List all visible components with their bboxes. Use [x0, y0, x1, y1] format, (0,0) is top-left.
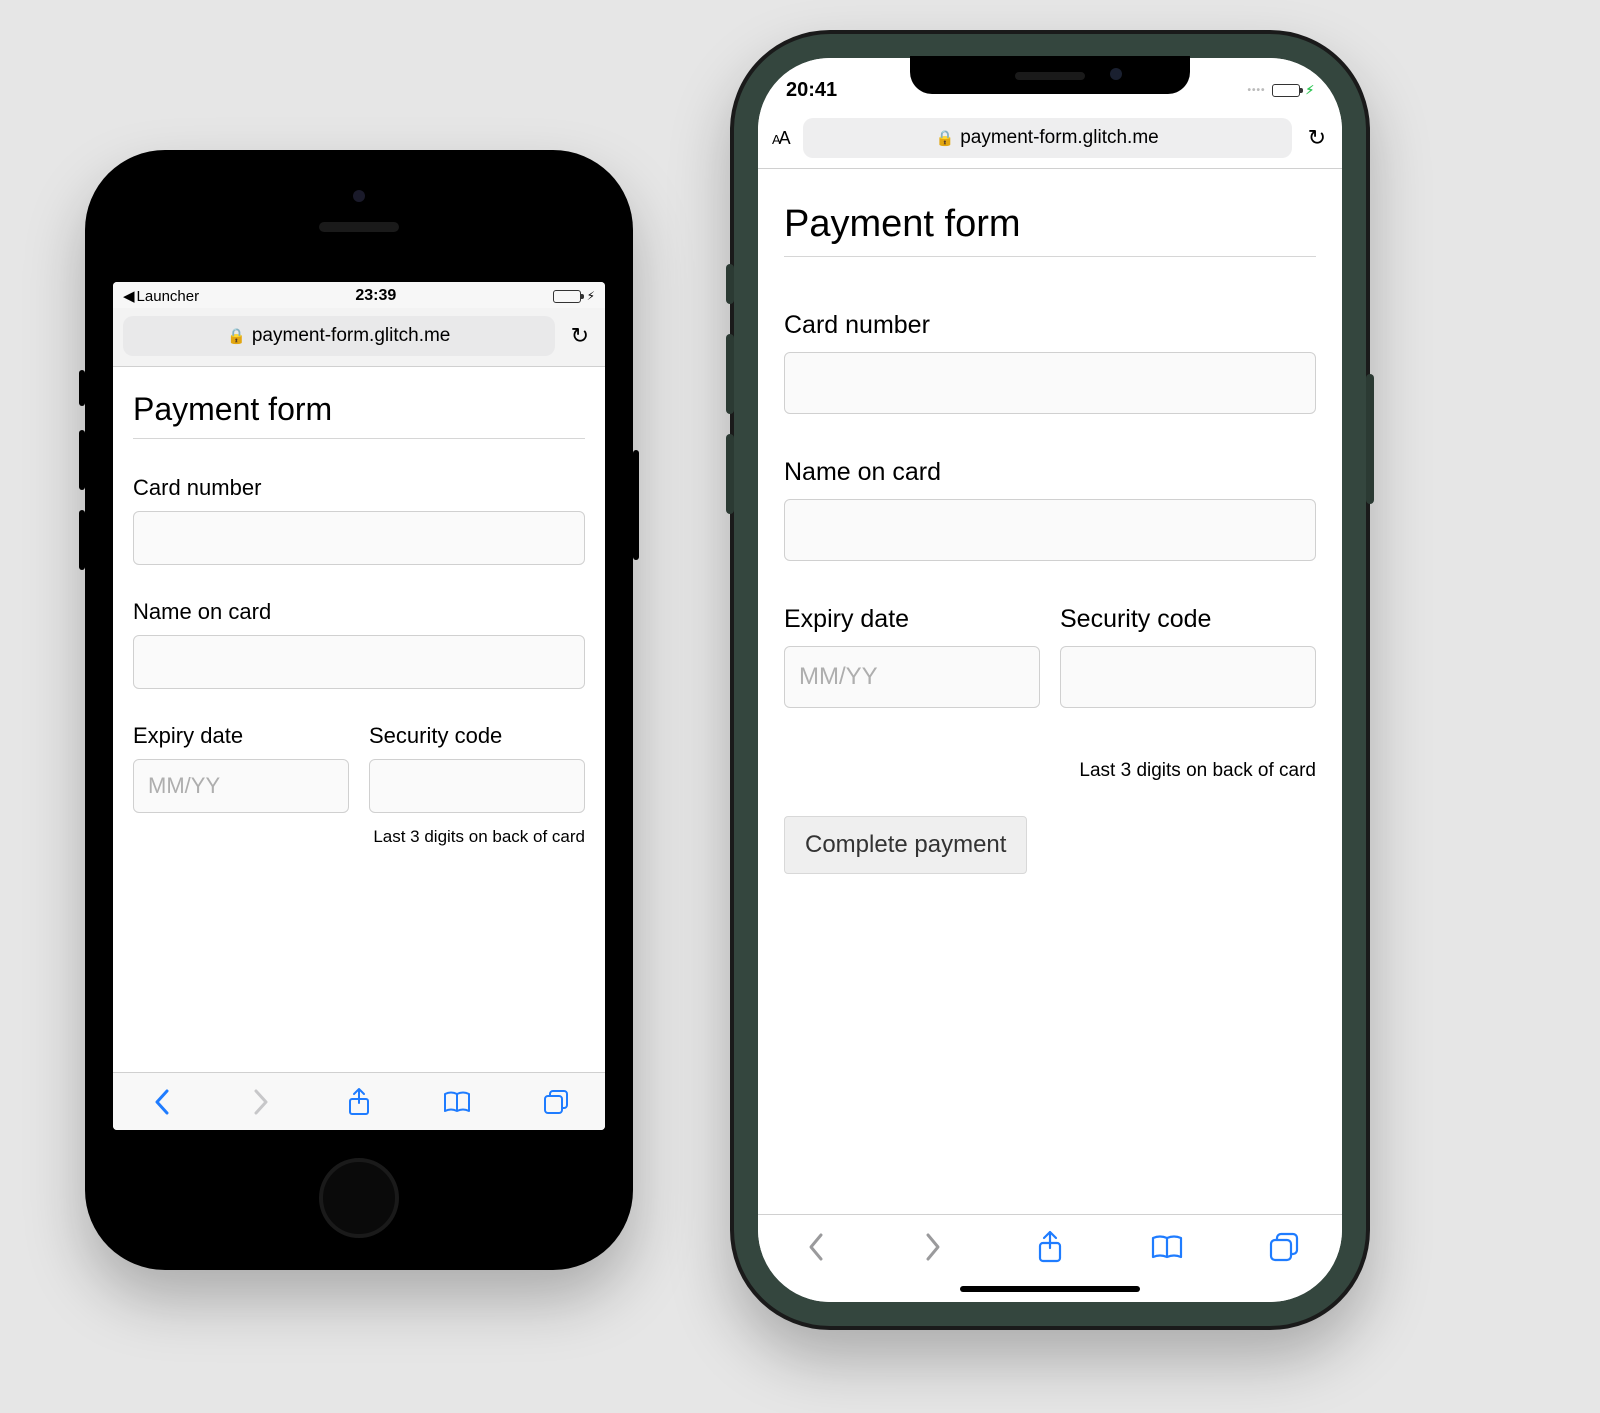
url-text: payment-form.glitch.me: [960, 127, 1159, 149]
name-on-card-label: Name on card: [133, 599, 585, 625]
card-number-field: Card number: [133, 475, 585, 565]
expiry-label: Expiry date: [133, 723, 349, 749]
bookmarks-button[interactable]: [437, 1090, 477, 1114]
reload-button[interactable]: ↻: [565, 323, 595, 349]
battery-icon: [553, 290, 581, 303]
card-number-field: Card number: [784, 311, 1316, 414]
page-title: Payment form: [784, 203, 1316, 246]
tabs-icon: [543, 1089, 569, 1115]
status-bar: ◀ Launcher 23:39 ⚡︎: [113, 282, 605, 308]
name-on-card-input[interactable]: [784, 499, 1316, 561]
expiry-field: Expiry date: [133, 723, 349, 813]
bookmarks-button[interactable]: [1147, 1234, 1187, 1260]
security-code-field: Security code: [1060, 605, 1316, 708]
signal-icon: ••••: [1248, 85, 1266, 96]
tabs-button[interactable]: [536, 1089, 576, 1115]
share-button[interactable]: [339, 1087, 379, 1117]
url-field[interactable]: 🔒 payment-form.glitch.me: [803, 118, 1292, 158]
chevron-right-icon: [253, 1089, 269, 1115]
share-button[interactable]: [1030, 1230, 1070, 1264]
power-button: [633, 450, 639, 560]
tabs-icon: [1269, 1232, 1299, 1262]
expiry-input[interactable]: [784, 646, 1040, 708]
security-code-field: Security code: [369, 723, 585, 813]
divider: [133, 438, 585, 439]
share-icon: [347, 1087, 371, 1117]
card-number-label: Card number: [784, 311, 1316, 340]
tabs-button[interactable]: [1264, 1232, 1304, 1262]
iphone8-device: ◀ Launcher 23:39 ⚡︎ 🔒 payment-form.glitc…: [85, 150, 633, 1270]
chevron-right-icon: [924, 1232, 942, 1262]
book-icon: [443, 1090, 471, 1114]
home-button[interactable]: [319, 1158, 399, 1238]
safari-toolbar: [113, 1072, 605, 1130]
name-on-card-field: Name on card: [784, 458, 1316, 561]
home-indicator[interactable]: [960, 1286, 1140, 1292]
status-time: 20:41: [786, 79, 837, 102]
safari-url-bar: AA 🔒 payment-form.glitch.me ↻: [758, 110, 1342, 169]
chevron-left-icon: [154, 1089, 170, 1115]
name-on-card-label: Name on card: [784, 458, 1316, 487]
share-icon: [1037, 1230, 1063, 1264]
complete-payment-button[interactable]: Complete payment: [784, 816, 1027, 874]
reload-button[interactable]: ↻: [1302, 125, 1332, 151]
screen: 20:41 •••• ⚡︎ AA 🔒 payment-form.glitch.m…: [758, 58, 1342, 1302]
name-on-card-input[interactable]: [133, 635, 585, 689]
page-content: Payment form Card number Name on card Ex…: [758, 169, 1342, 884]
security-code-hint: Last 3 digits on back of card: [133, 827, 585, 847]
expiry-label: Expiry date: [784, 605, 1040, 634]
expiry-input[interactable]: [133, 759, 349, 813]
security-code-hint: Last 3 digits on back of card: [784, 760, 1316, 782]
back-button[interactable]: [142, 1089, 182, 1115]
url-field[interactable]: 🔒 payment-form.glitch.me: [123, 316, 555, 356]
forward-button[interactable]: [241, 1089, 281, 1115]
forward-button[interactable]: [913, 1232, 953, 1262]
card-number-input[interactable]: [133, 511, 585, 565]
power-button: [1366, 374, 1374, 504]
screen: ◀ Launcher 23:39 ⚡︎ 🔒 payment-form.glitc…: [113, 282, 605, 1130]
url-text: payment-form.glitch.me: [252, 325, 451, 347]
mute-switch: [726, 264, 734, 304]
earpiece-speaker: [319, 222, 399, 232]
chevron-left-icon: ◀: [123, 287, 135, 305]
volume-up: [726, 334, 734, 414]
card-number-input[interactable]: [784, 352, 1316, 414]
status-time: 23:39: [355, 287, 396, 305]
iphone11-device: 20:41 •••• ⚡︎ AA 🔒 payment-form.glitch.m…: [730, 30, 1370, 1330]
book-icon: [1151, 1234, 1183, 1260]
divider: [784, 256, 1316, 257]
lock-icon: 🔒: [936, 129, 955, 147]
security-code-input[interactable]: [1060, 646, 1316, 708]
volume-up: [79, 430, 85, 490]
security-code-label: Security code: [1060, 605, 1316, 634]
mute-switch: [79, 370, 85, 406]
page-title: Payment form: [133, 391, 585, 428]
page-content: Payment form Card number Name on card Ex…: [113, 367, 605, 857]
name-on-card-field: Name on card: [133, 599, 585, 689]
volume-down: [79, 510, 85, 570]
back-to-app[interactable]: ◀ Launcher: [123, 287, 199, 305]
charging-icon: ⚡︎: [1306, 83, 1314, 97]
security-code-input[interactable]: [369, 759, 585, 813]
security-code-label: Security code: [369, 723, 585, 749]
back-button[interactable]: [796, 1232, 836, 1262]
text-size-button[interactable]: AA: [768, 128, 793, 149]
lock-icon: 🔒: [227, 327, 246, 345]
expiry-field: Expiry date: [784, 605, 1040, 708]
battery-icon: [1272, 84, 1300, 97]
front-camera: [353, 190, 365, 202]
card-number-label: Card number: [133, 475, 585, 501]
volume-down: [726, 434, 734, 514]
safari-url-bar: 🔒 payment-form.glitch.me ↻: [113, 308, 605, 367]
back-app-label: Launcher: [137, 288, 200, 305]
chevron-left-icon: [807, 1232, 825, 1262]
notch: [910, 56, 1190, 94]
charging-icon: ⚡︎: [587, 289, 595, 303]
